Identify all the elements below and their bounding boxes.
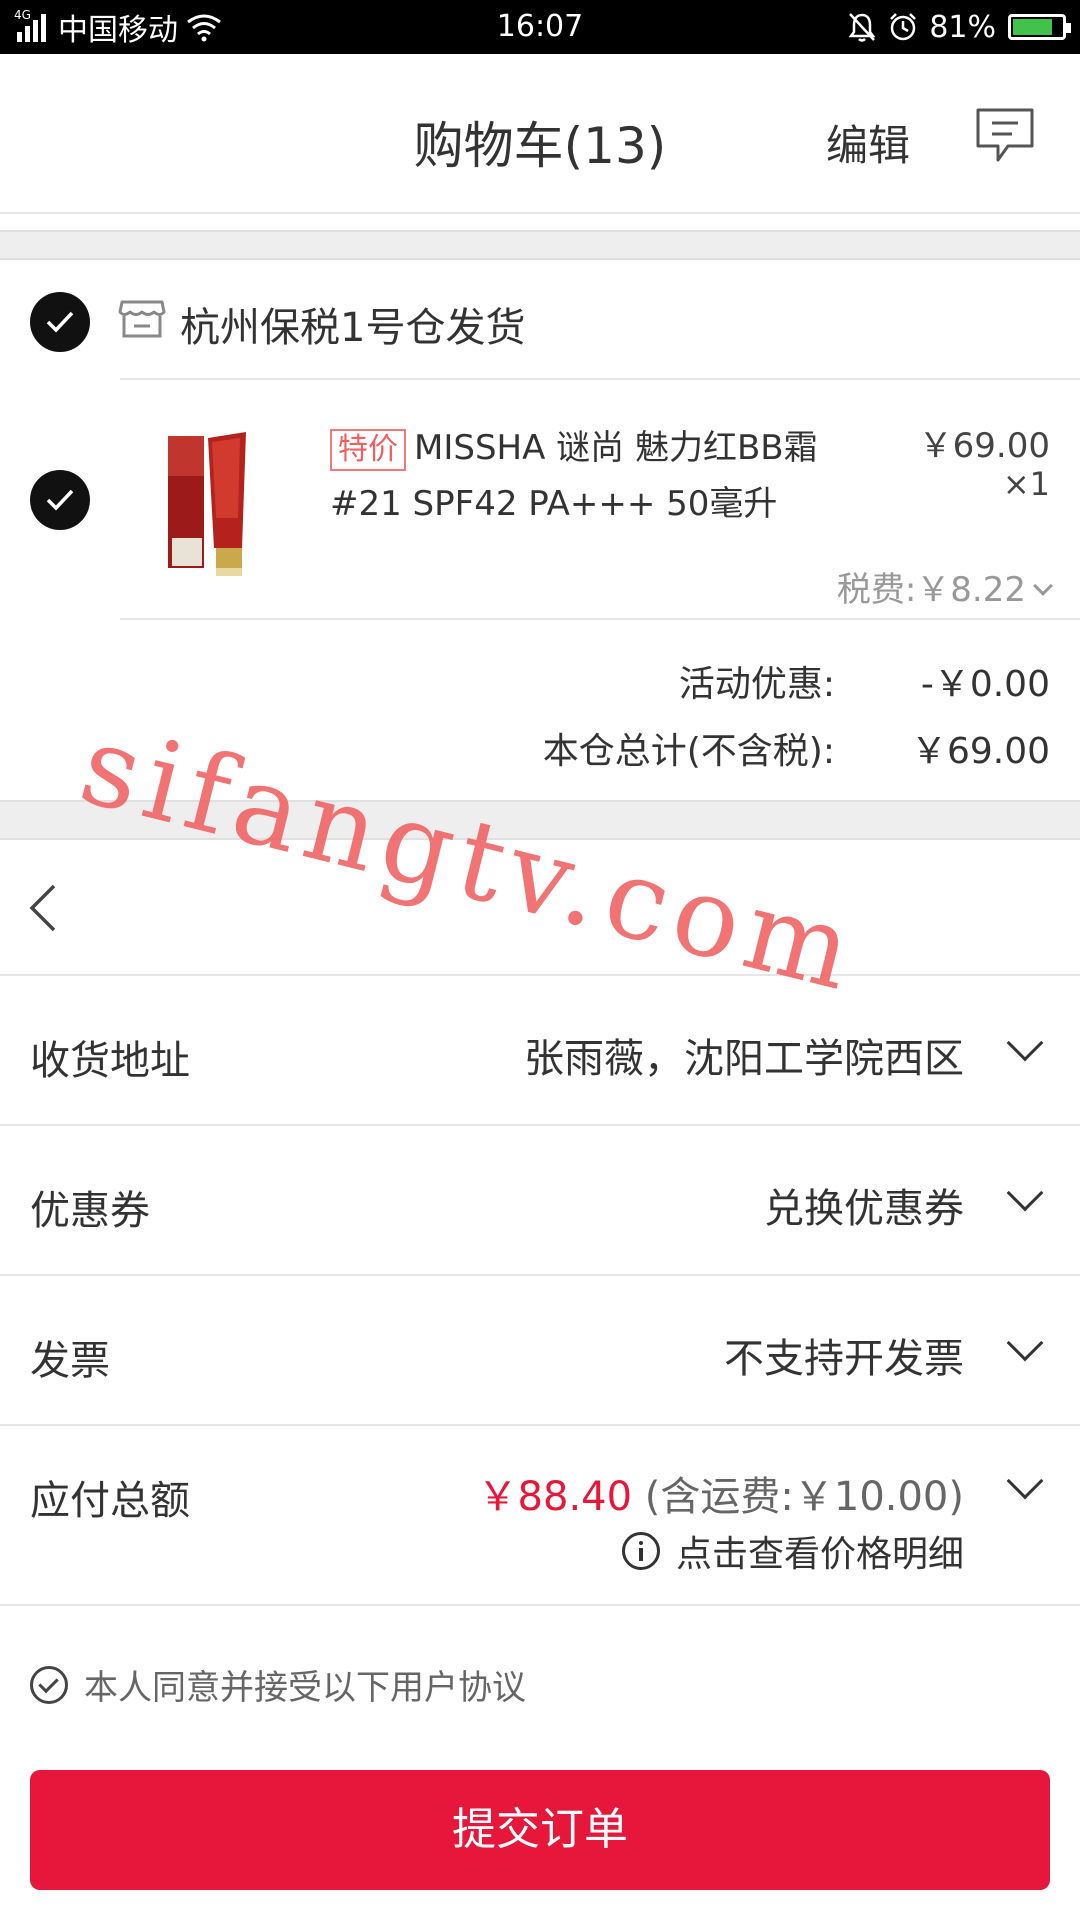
alarm-icon bbox=[890, 13, 917, 41]
battery-icon bbox=[1008, 14, 1071, 40]
subtotal-label: 本仓总计(不含税): bbox=[542, 731, 835, 772]
total-row[interactable]: 应付总额 ￥88.40 (含运费:￥10.00) bbox=[0, 1426, 1080, 1606]
section-gap bbox=[0, 800, 1080, 840]
divider bbox=[120, 378, 1080, 380]
warehouse-checkbox[interactable] bbox=[30, 292, 90, 352]
mute-bell-icon bbox=[848, 13, 876, 42]
cart-header: 购物车(13) 编辑 bbox=[0, 54, 1080, 214]
agreement-checkbox[interactable]: 本人同意并接受以下用户协议 bbox=[30, 1660, 526, 1709]
info-icon bbox=[621, 1532, 660, 1570]
total-amount: ￥88.40 (含运费:￥10.00) bbox=[478, 1464, 964, 1522]
address-row[interactable]: 收货地址 张雨薇，沈阳工学院西区 bbox=[0, 976, 1080, 1126]
invoice-row[interactable]: 发票 不支持开发票 bbox=[0, 1276, 1080, 1426]
invoice-label: 发票 bbox=[30, 1338, 110, 1384]
coupon-label: 优惠券 bbox=[30, 1188, 150, 1234]
price-detail-link[interactable]: 点击查看价格明细 bbox=[621, 1525, 964, 1577]
promo-label: 活动优惠: bbox=[678, 664, 835, 705]
message-icon[interactable] bbox=[974, 106, 1036, 166]
product-quantity: ×1 bbox=[1002, 465, 1050, 503]
product-title[interactable]: 特价 MISSHA 谜尚 魅力红BB霜 #21 SPF42 PA+++ 50毫升 bbox=[330, 420, 830, 532]
back-icon[interactable] bbox=[24, 880, 64, 936]
address-label: 收货地址 bbox=[30, 1038, 190, 1084]
divider bbox=[120, 618, 1080, 620]
coupon-row[interactable]: 优惠券 兑换优惠券 bbox=[0, 1126, 1080, 1276]
check-circle-icon bbox=[30, 1665, 68, 1704]
edit-button[interactable]: 编辑 bbox=[826, 112, 910, 173]
chevron-down-icon bbox=[1006, 1462, 1044, 1500]
check-icon bbox=[46, 489, 74, 511]
chevron-down-icon bbox=[1006, 1174, 1044, 1212]
page-title: 购物车(13) bbox=[413, 117, 667, 175]
section-gap bbox=[0, 230, 1080, 260]
store-icon bbox=[118, 300, 166, 338]
battery-percent: 81% bbox=[929, 9, 996, 45]
agreement-text: 本人同意并接受以下用户协议 bbox=[84, 1668, 526, 1708]
promo-value: -￥0.00 bbox=[920, 664, 1050, 705]
address-value: 张雨薇，沈阳工学院西区 bbox=[524, 1036, 964, 1082]
warehouse-name: 杭州保税1号仓发货 bbox=[180, 305, 526, 351]
product-checkbox[interactable] bbox=[30, 470, 90, 530]
invoice-value: 不支持开发票 bbox=[724, 1336, 964, 1382]
shipping-fee: (含运费:￥10.00) bbox=[632, 1474, 964, 1520]
chevron-down-icon bbox=[1006, 1324, 1044, 1362]
special-price-tag: 特价 bbox=[330, 429, 406, 471]
product-image[interactable] bbox=[150, 418, 300, 584]
total-price: ￥88.40 bbox=[477, 1474, 633, 1520]
tax-toggle[interactable]: 税费:￥8.22 bbox=[836, 562, 1053, 611]
check-icon bbox=[46, 311, 74, 333]
chevron-down-icon bbox=[1006, 1024, 1044, 1062]
coupon-value: 兑换优惠券 bbox=[764, 1186, 964, 1232]
status-bar: 4G 中国移动 16:07 81% bbox=[0, 0, 1080, 54]
price-detail-label: 点击查看价格明细 bbox=[675, 1534, 964, 1575]
chevron-down-icon bbox=[1033, 576, 1053, 596]
submit-order-button[interactable]: 提交订单 bbox=[30, 1770, 1050, 1890]
total-label: 应付总额 bbox=[30, 1478, 190, 1524]
subtotal-value: ￥69.00 bbox=[910, 731, 1050, 772]
product-price: ￥69.00 bbox=[918, 426, 1050, 466]
tax-amount: 税费:￥8.22 bbox=[836, 570, 1026, 610]
